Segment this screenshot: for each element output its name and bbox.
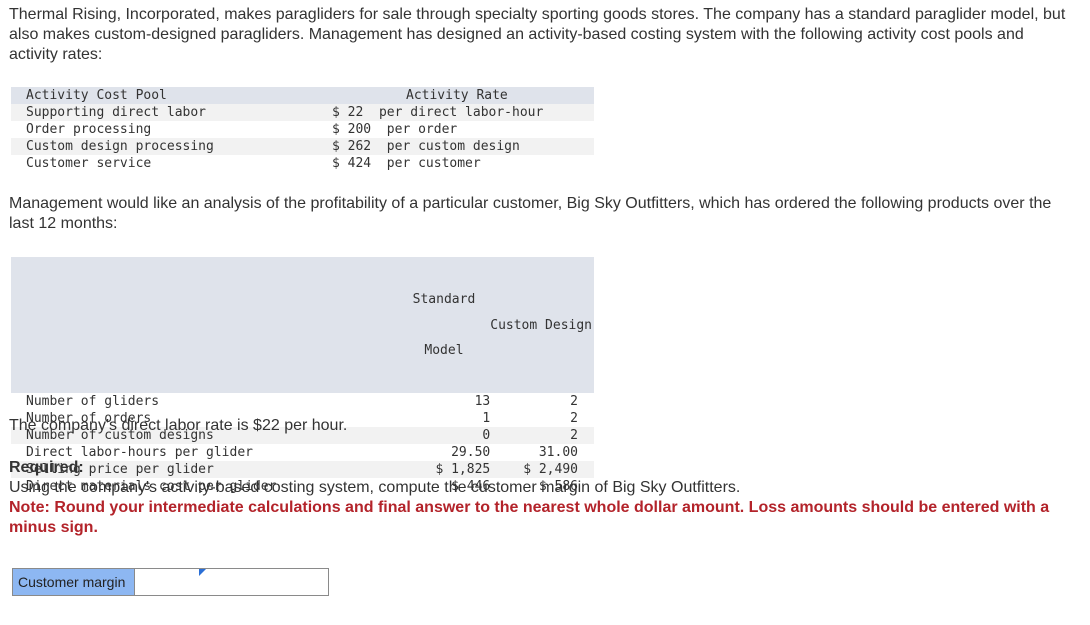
activity-pool-label: Custom design processing bbox=[26, 139, 214, 154]
activity-rate-value: $ 22 per direct labor-hour bbox=[332, 105, 544, 120]
standard-value: 13 bbox=[474, 394, 491, 409]
activity-rate-value: $ 200 per order bbox=[332, 122, 458, 137]
analysis-paragraph: Management would like an analysis of the… bbox=[9, 195, 1052, 232]
customer-margin-input[interactable] bbox=[135, 569, 328, 595]
table-row: Number of gliders 13 2 bbox=[11, 393, 594, 410]
table-header-row: Activity Cost Pool Activity Rate bbox=[11, 87, 594, 104]
required-title: Required: bbox=[9, 459, 84, 476]
header-blank bbox=[11, 257, 378, 393]
activity-pool-label: Customer service bbox=[26, 156, 152, 171]
activity-pool-label: Order processing bbox=[26, 122, 152, 137]
header-custom-design: Custom Design bbox=[490, 317, 592, 333]
required-instruction: Using the company's activity-based costi… bbox=[9, 479, 741, 496]
table-row: Order processing $ 200 per order bbox=[11, 121, 594, 138]
custom-value: 2 bbox=[570, 394, 578, 409]
rounding-note: Note: Round your intermediate calculatio… bbox=[9, 499, 1050, 536]
activity-pool-label: Supporting direct labor bbox=[26, 105, 207, 120]
activity-rate-value: $ 262 per custom design bbox=[332, 139, 520, 154]
table-row: Customer service $ 424 per customer bbox=[11, 155, 594, 172]
customer-margin-answer-row: Customer margin bbox=[12, 568, 329, 596]
header-standard-model: Standard Model bbox=[378, 257, 491, 393]
header-standard-line2: Model bbox=[424, 343, 464, 358]
header-activity-rate: Activity Rate bbox=[406, 88, 508, 103]
table-row: Custom design processing $ 262 per custo… bbox=[11, 138, 594, 155]
activity-rate-value: $ 424 per customer bbox=[332, 156, 481, 171]
header-activity-cost-pool: Activity Cost Pool bbox=[26, 88, 167, 103]
table-row: Supporting direct labor $ 22 per direct … bbox=[11, 104, 594, 121]
intro-paragraph: Thermal Rising, Incorporated, makes para… bbox=[9, 6, 1066, 63]
activity-rate-table: Activity Cost Pool Activity Rate Support… bbox=[11, 87, 594, 172]
table-header-row: Standard Model Custom Design bbox=[11, 257, 594, 393]
customer-margin-label: Customer margin bbox=[13, 569, 135, 595]
row-label: Number of gliders bbox=[26, 394, 160, 409]
header-standard-line1: Standard bbox=[412, 292, 476, 307]
labor-rate-text: The company's direct labor rate is $22 p… bbox=[9, 417, 348, 434]
cell-flag-icon bbox=[199, 569, 206, 576]
